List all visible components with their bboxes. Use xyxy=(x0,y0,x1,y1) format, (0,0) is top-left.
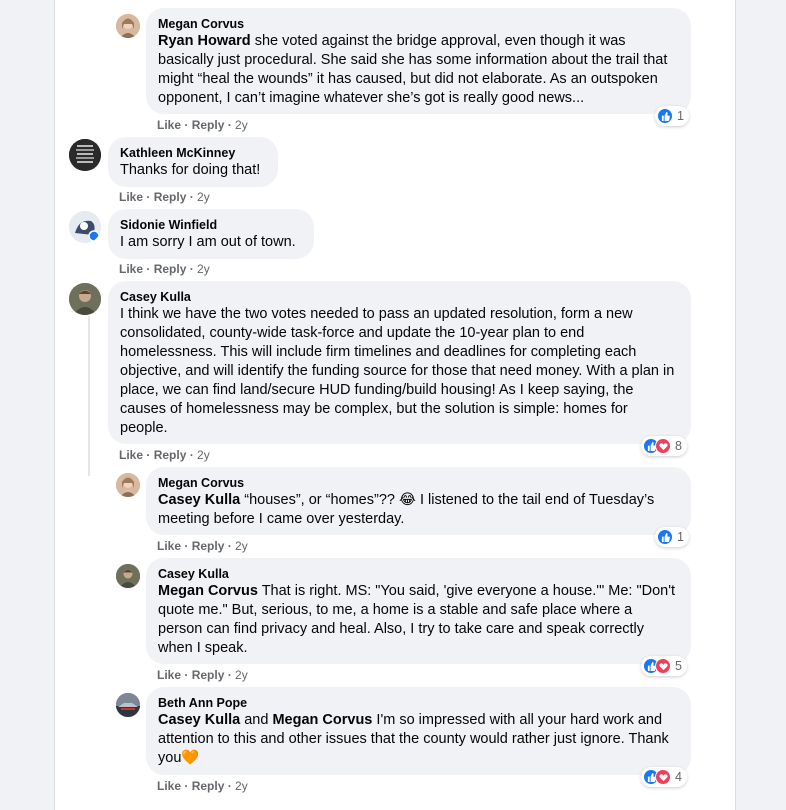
avatar[interactable] xyxy=(116,473,140,497)
love-reaction-icon xyxy=(655,658,671,674)
like-link[interactable]: Like xyxy=(119,448,143,462)
reaction-summary[interactable]: 1 xyxy=(655,106,689,126)
reaction-count: 4 xyxy=(675,770,682,784)
reply-link[interactable]: Reply xyxy=(192,118,225,132)
comment-actions: Like · Reply · 2y xyxy=(157,668,248,682)
comment-text: Thanks for doing that! xyxy=(120,162,261,178)
comment-actions: Like · Reply · 2y xyxy=(157,539,248,553)
like-link[interactable]: Like xyxy=(157,668,181,682)
like-link[interactable]: Like xyxy=(157,118,181,132)
avatar[interactable] xyxy=(69,139,101,171)
reply-link[interactable]: Reply xyxy=(154,448,187,462)
reply-link[interactable]: Reply xyxy=(154,190,187,204)
reaction-summary[interactable]: 5 xyxy=(641,656,687,676)
comment-bubble: Beth Ann Pope Casey Kulla and Megan Corv… xyxy=(146,687,691,775)
mention-link[interactable]: Megan Corvus xyxy=(272,712,372,728)
timestamp[interactable]: 2y xyxy=(197,448,210,462)
reaction-summary[interactable]: 8 xyxy=(641,436,687,456)
love-reaction-icon xyxy=(655,769,671,785)
like-reaction-icon xyxy=(657,529,673,545)
reaction-count: 5 xyxy=(675,659,682,673)
avatar[interactable] xyxy=(116,564,140,588)
timestamp[interactable]: 2y xyxy=(235,668,248,682)
comment-text: “houses”, or “homes”?? xyxy=(240,492,399,508)
reply-link[interactable]: Reply xyxy=(192,668,225,682)
reaction-count: 1 xyxy=(677,530,684,544)
avatar[interactable] xyxy=(69,283,101,315)
like-link[interactable]: Like xyxy=(119,190,143,204)
comment-actions: Like · Reply · 2y xyxy=(119,448,210,462)
laughing-emoji-icon: 😂 xyxy=(398,492,416,508)
like-link[interactable]: Like xyxy=(157,779,181,793)
comment-author[interactable]: Megan Corvus xyxy=(158,16,679,32)
comment-bubble: Megan Corvus Casey Kulla “houses”, or “h… xyxy=(146,467,691,535)
timestamp[interactable]: 2y xyxy=(235,779,248,793)
comment-author[interactable]: Casey Kulla xyxy=(158,566,679,582)
comment-bubble: Casey Kulla I think we have the two vote… xyxy=(108,281,691,444)
reaction-count: 8 xyxy=(675,439,682,453)
comment-text: I think we have the two votes needed to … xyxy=(120,306,675,436)
thread-line xyxy=(88,316,90,476)
avatar[interactable] xyxy=(116,693,140,717)
love-reaction-icon xyxy=(655,438,671,454)
mention-link[interactable]: Casey Kulla xyxy=(158,492,240,508)
mention-link[interactable]: Casey Kulla xyxy=(158,712,240,728)
comment-bubble: Kathleen McKinney Thanks for doing that! xyxy=(108,137,278,187)
comment-actions: Like · Reply · 2y xyxy=(119,190,210,204)
reaction-summary[interactable]: 4 xyxy=(641,767,687,787)
reaction-count: 1 xyxy=(677,109,684,123)
comment-author[interactable]: Beth Ann Pope xyxy=(158,695,679,711)
mention-link[interactable]: Megan Corvus xyxy=(158,583,258,599)
comment-text: I am sorry I am out of town. xyxy=(120,234,296,250)
reply-link[interactable]: Reply xyxy=(192,539,225,553)
timestamp[interactable]: 2y xyxy=(197,190,210,204)
timestamp[interactable]: 2y xyxy=(235,539,248,553)
like-link[interactable]: Like xyxy=(119,262,143,276)
reply-link[interactable]: Reply xyxy=(154,262,187,276)
timestamp[interactable]: 2y xyxy=(197,262,210,276)
comment-author[interactable]: Megan Corvus xyxy=(158,475,679,491)
comment-actions: Like · Reply · 2y xyxy=(157,118,248,132)
comment-author[interactable]: Sidonie Winfield xyxy=(120,217,302,233)
comment-actions: Like · Reply · 2y xyxy=(157,779,248,793)
comment-author[interactable]: Kathleen McKinney xyxy=(120,145,266,161)
comment-actions: Like · Reply · 2y xyxy=(119,262,210,276)
reaction-summary[interactable]: 1 xyxy=(655,527,689,547)
like-reaction-icon xyxy=(657,108,673,124)
reply-link[interactable]: Reply xyxy=(192,779,225,793)
comment-text: and xyxy=(240,712,273,728)
avatar[interactable] xyxy=(69,211,101,243)
mention-link[interactable]: Ryan Howard xyxy=(158,33,251,49)
comment-bubble: Sidonie Winfield I am sorry I am out of … xyxy=(108,209,314,259)
comment-author[interactable]: Casey Kulla xyxy=(120,289,679,305)
comment-bubble: Megan Corvus Ryan Howard she voted again… xyxy=(146,8,691,114)
timestamp[interactable]: 2y xyxy=(235,118,248,132)
comment-bubble: Casey Kulla Megan Corvus That is right. … xyxy=(146,558,691,664)
like-link[interactable]: Like xyxy=(157,539,181,553)
avatar[interactable] xyxy=(116,14,140,38)
orange-heart-emoji-icon: 🧡 xyxy=(181,750,200,766)
